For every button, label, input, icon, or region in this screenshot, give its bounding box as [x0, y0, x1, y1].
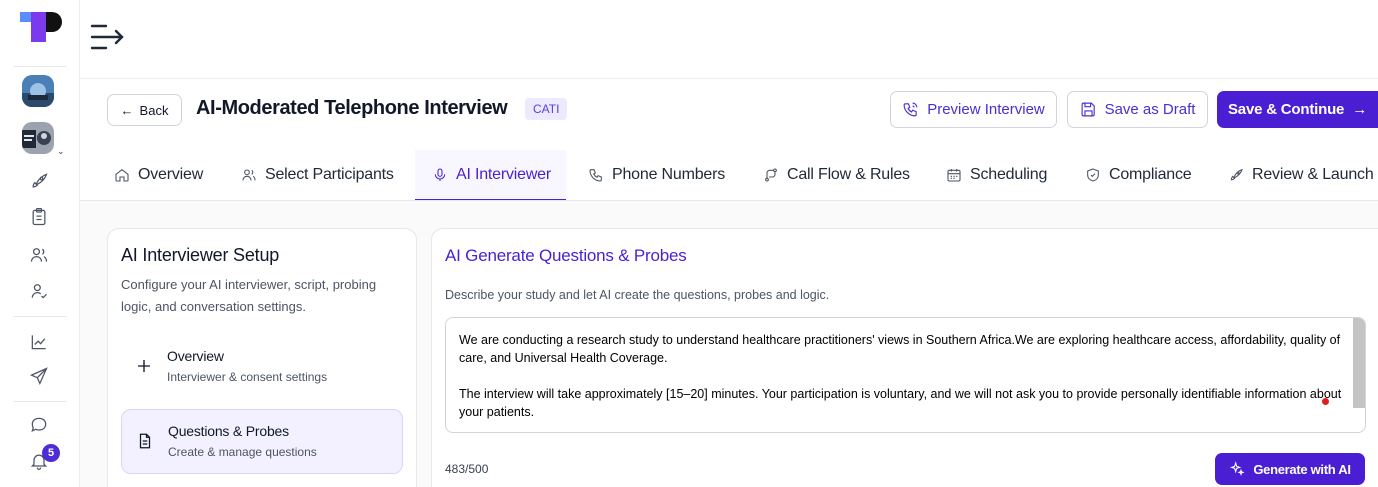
- workspace-avatar[interactable]: [22, 75, 54, 107]
- mic-icon: [434, 168, 446, 181]
- chat-icon[interactable]: [28, 414, 50, 436]
- brand-logo[interactable]: [20, 10, 62, 44]
- user-check-icon[interactable]: [28, 280, 50, 302]
- save-continue-button[interactable]: Save & Continue →: [1217, 91, 1378, 128]
- textarea-paragraph: The interview will take approximately [1…: [459, 387, 1342, 419]
- tab-compliance[interactable]: Compliance: [1085, 150, 1192, 200]
- setup-item-questions[interactable]: Questions & Probes Create & manage quest…: [121, 409, 403, 474]
- tab-review-launch[interactable]: Review & Launch: [1228, 150, 1374, 200]
- setup-description: Configure your AI interviewer, script, p…: [121, 277, 377, 314]
- preview-interview-button[interactable]: Preview Interview: [890, 91, 1057, 128]
- arrow-right-icon: →: [1352, 101, 1367, 118]
- back-button[interactable]: ← Back: [107, 94, 182, 126]
- users-icon: [242, 169, 256, 181]
- setup-item-overview[interactable]: Overview Interviewer & consent settings: [121, 335, 403, 399]
- workspace-avatar-active[interactable]: [22, 122, 54, 154]
- document-icon: [139, 433, 151, 449]
- rocket-icon: [1230, 168, 1243, 181]
- home-icon: [115, 168, 129, 182]
- clipboard-icon[interactable]: [28, 206, 50, 228]
- arrow-left-icon: ←: [120, 102, 134, 118]
- save-icon: [1081, 102, 1095, 117]
- tab-phone-numbers[interactable]: Phone Numbers: [588, 150, 725, 200]
- textarea-paragraph: We are conducting a research study to un…: [459, 333, 1341, 365]
- chevron-down-icon[interactable]: ⌄: [57, 146, 65, 157]
- generator-description: Describe your study and let AI create th…: [445, 288, 830, 302]
- generator-title: AI Generate Questions & Probes: [445, 246, 687, 265]
- rail-divider: [14, 316, 66, 317]
- rail-divider: [14, 401, 66, 402]
- chart-icon[interactable]: [28, 331, 50, 353]
- character-counter: 483/500: [445, 462, 489, 476]
- sparkle-icon: [1230, 461, 1245, 476]
- phone-call-icon: [903, 102, 918, 117]
- top-divider: [80, 78, 1378, 79]
- users-icon[interactable]: [28, 244, 50, 266]
- tab-ai-interviewer[interactable]: AI Interviewer: [415, 150, 566, 201]
- generate-ai-button[interactable]: Generate with AI: [1215, 453, 1365, 485]
- study-description-textarea[interactable]: We are conducting a research study to un…: [445, 317, 1366, 433]
- send-icon[interactable]: [28, 365, 50, 387]
- tab-call-flow[interactable]: Call Flow & Rules: [763, 150, 910, 200]
- tab-scheduling[interactable]: Scheduling: [946, 150, 1047, 200]
- phone-icon: [589, 169, 602, 182]
- tab-overview[interactable]: Overview: [114, 150, 203, 200]
- page-title: AI-Moderated Telephone Interview: [196, 97, 508, 119]
- rocket-icon[interactable]: [28, 170, 50, 192]
- textarea-scrollbar[interactable]: [1353, 318, 1365, 408]
- plus-icon: [138, 360, 150, 372]
- status-dot: [1322, 398, 1329, 405]
- flow-icon: [765, 168, 777, 182]
- rail-divider: [14, 66, 66, 67]
- setup-title: AI Interviewer Setup: [121, 245, 280, 265]
- save-draft-button[interactable]: Save as Draft: [1067, 91, 1208, 128]
- notification-badge: 5: [42, 444, 60, 462]
- sidebar-toggle-icon[interactable]: [90, 20, 130, 54]
- left-rail: ⌄ 5: [0, 0, 80, 487]
- tab-select-participants[interactable]: Select Participants: [241, 150, 394, 200]
- mode-badge: CATI: [525, 98, 568, 120]
- shield-check-icon: [1087, 168, 1099, 182]
- calendar-icon: [947, 169, 961, 182]
